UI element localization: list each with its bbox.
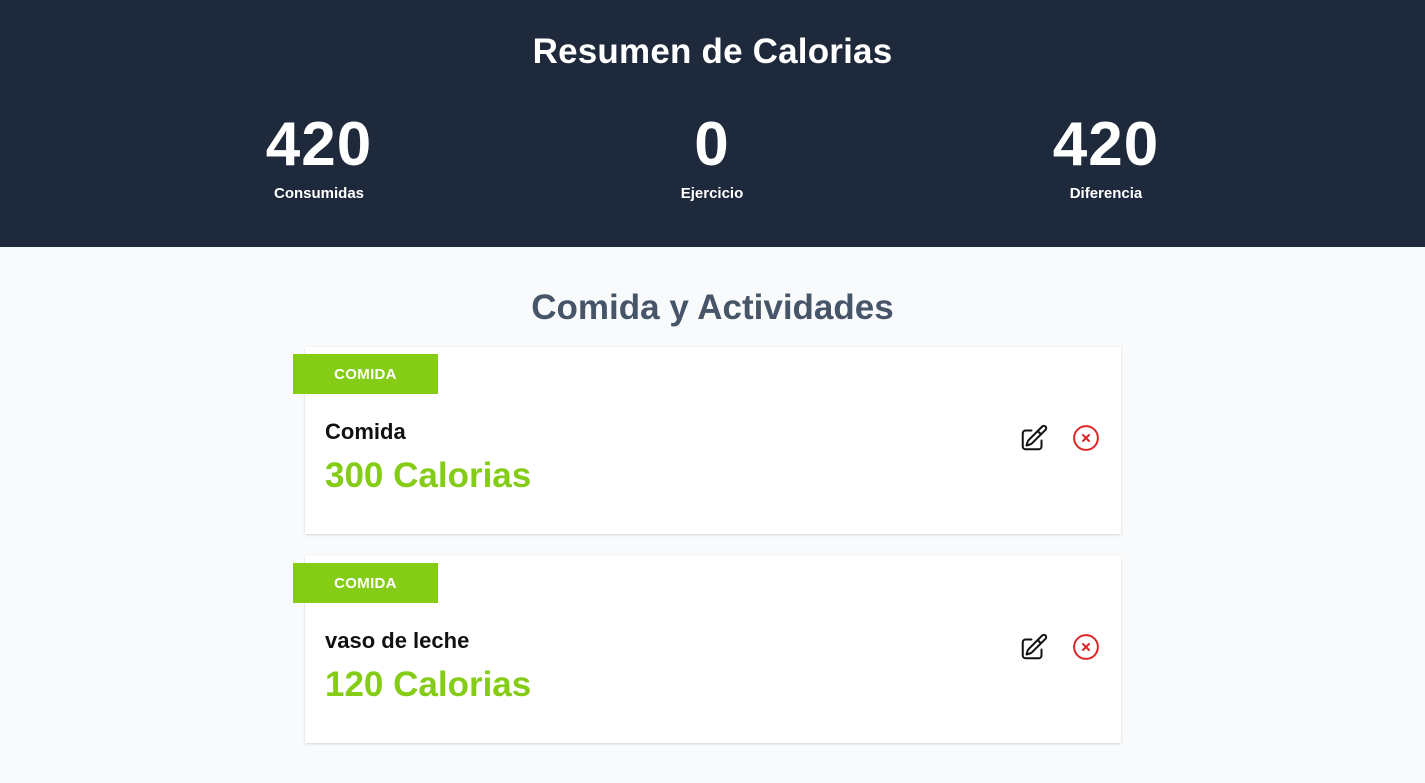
pencil-square-icon[interactable] [1019, 632, 1049, 662]
stat-exercise-value: 0 [694, 110, 730, 179]
activity-card: COMIDA Comida 300 Calorias [293, 347, 1121, 534]
stat-difference: 420 Diferencia [976, 110, 1236, 203]
stat-consumed: 420 Consumidas [189, 110, 449, 203]
activities-title: Comida y Actividades [531, 288, 894, 327]
category-badge: COMIDA [293, 563, 438, 603]
stat-difference-label: Diferencia [1069, 185, 1143, 202]
pencil-square-icon[interactable] [1019, 423, 1049, 453]
stat-consumed-label: Consumidas [273, 185, 364, 202]
stat-exercise-label: Ejercicio [680, 185, 744, 202]
activity-card: COMIDA vaso de leche 120 Calorias [293, 556, 1121, 743]
activity-name: Comida [325, 419, 406, 444]
stat-exercise: 0 Ejercicio [582, 110, 842, 203]
x-circle-icon[interactable] [1071, 632, 1101, 662]
x-circle-icon[interactable] [1071, 423, 1101, 453]
summary-title: Resumen de Calorias [532, 32, 893, 71]
activity-actions [1019, 423, 1101, 453]
calorie-summary: Resumen de Calorias 420 Consumidas 0 Eje… [0, 0, 1425, 247]
stat-consumed-value: 420 [265, 110, 373, 179]
activity-calories: 300 Calorias [325, 456, 532, 495]
category-badge: COMIDA [293, 354, 438, 394]
activity-actions [1019, 632, 1101, 662]
stat-difference-value: 420 [1052, 110, 1160, 179]
activity-name: vaso de leche [325, 628, 470, 653]
activity-calories: 120 Calorias [325, 665, 532, 704]
